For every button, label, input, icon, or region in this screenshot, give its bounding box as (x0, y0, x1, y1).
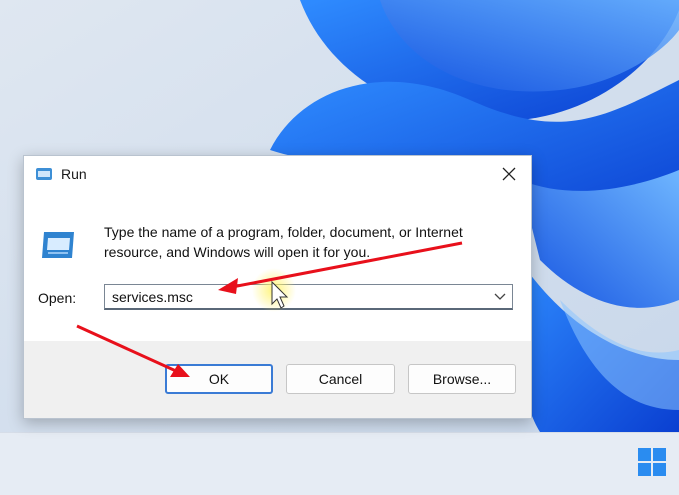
run-description: Type the name of a program, folder, docu… (104, 224, 463, 260)
title-bar[interactable]: Run (24, 156, 531, 192)
ok-button[interactable]: OK (165, 364, 273, 394)
cancel-button[interactable]: Cancel (286, 364, 395, 394)
close-button[interactable] (494, 160, 524, 188)
run-icon (36, 168, 52, 180)
run-icon (42, 232, 74, 258)
start-button[interactable] (636, 446, 668, 478)
windows-logo-icon (638, 448, 666, 476)
chevron-down-icon[interactable] (494, 292, 506, 302)
open-combobox[interactable]: services.msc (104, 284, 513, 310)
dialog-title: Run (61, 166, 87, 182)
close-icon (502, 167, 516, 181)
open-input[interactable]: services.msc (112, 289, 193, 305)
taskbar (0, 432, 679, 495)
run-dialog: Run Type the name of a program, folder, … (23, 155, 532, 419)
open-label: Open: (38, 290, 77, 306)
browse-button[interactable]: Browse... (408, 364, 516, 394)
